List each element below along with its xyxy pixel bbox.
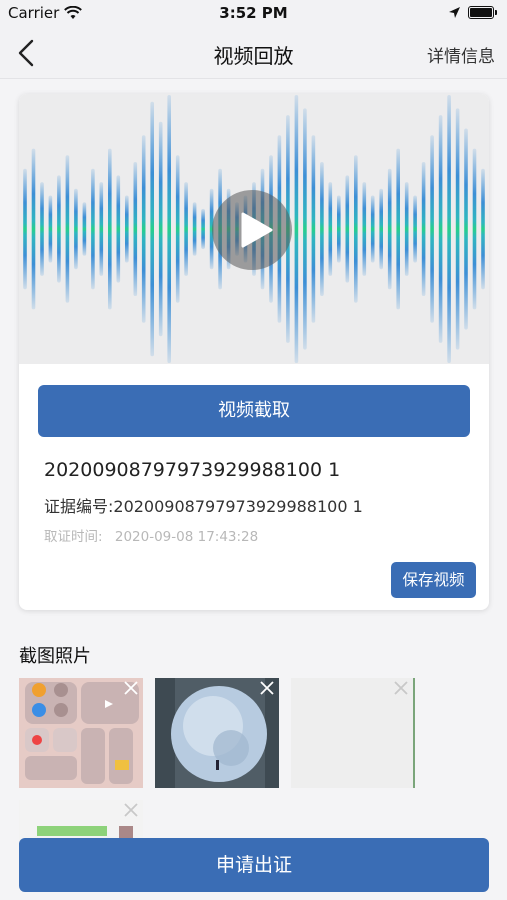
waveform-bar (150, 101, 154, 357)
waveform-bar (320, 162, 324, 296)
waveform-bar (133, 162, 138, 296)
waveform-bar (481, 168, 485, 290)
evidence-time-label: 取证时间: (44, 529, 103, 545)
waveform-bar (201, 208, 205, 250)
waveform-bar (294, 95, 299, 363)
screenshots-title: 截图照片 (19, 646, 91, 667)
waveform-bar (74, 188, 78, 270)
play-button[interactable] (212, 190, 292, 270)
location-arrow-icon (449, 7, 460, 18)
waveform-bar (23, 168, 27, 290)
waveform-bar (404, 182, 409, 276)
play-icon (241, 212, 273, 248)
waveform-bar (438, 115, 443, 343)
waveform-bar (31, 148, 36, 310)
video-player[interactable] (19, 94, 489, 364)
waveform-bar (413, 195, 417, 263)
waveform-bar (421, 162, 426, 296)
screenshot-thumbnail[interactable] (19, 678, 143, 788)
screenshot-thumbnail[interactable] (291, 678, 415, 788)
nav-bar: 视频回放 详情信息 (0, 28, 507, 79)
details-button[interactable]: 详情信息 (427, 42, 495, 67)
status-time: 3:52 PM (219, 4, 288, 22)
waveform-bar (167, 95, 171, 363)
waveform-bar (65, 155, 70, 303)
waveform-bar (387, 168, 392, 290)
waveform-bar (464, 128, 468, 330)
screenshot-thumbnail[interactable] (155, 678, 279, 788)
waveform-bar (141, 135, 146, 323)
waveform-bar (447, 95, 451, 363)
waveform-bar (57, 175, 61, 283)
close-icon[interactable] (392, 679, 410, 697)
waveform-bar (99, 182, 104, 276)
waveform-bar (91, 168, 95, 290)
evidence-id: 20200908797973929988100 1 (44, 459, 341, 481)
waveform-bar (158, 121, 163, 337)
waveform-bar (354, 155, 358, 303)
save-video-button[interactable]: 保存视频 (391, 562, 476, 598)
waveform-bar (362, 182, 367, 276)
video-capture-button[interactable]: 视频截取 (38, 385, 470, 437)
waveform-bar (311, 135, 316, 323)
evidence-time: 取证时间: 2020-09-08 17:43:28 (44, 525, 258, 545)
waveform-bar (175, 155, 180, 303)
close-icon[interactable] (258, 679, 276, 697)
waveform-bar (40, 182, 44, 276)
waveform-bar (472, 148, 477, 310)
waveform-bar (345, 175, 350, 283)
waveform-bar (48, 195, 53, 263)
waveform-bar (328, 182, 333, 276)
waveform-bar (192, 202, 197, 256)
waveform-bar (379, 188, 383, 270)
evidence-number: 证据编号:20200908797973929988100 1 (44, 497, 363, 516)
waveform-bar (184, 182, 188, 276)
waveform-bar (125, 195, 129, 263)
waveform-bar (303, 108, 307, 350)
close-icon[interactable] (122, 801, 140, 819)
waveform-bar (396, 148, 400, 310)
evidence-time-value: 2020-09-08 17:43:28 (114, 529, 259, 545)
waveform-bar (455, 108, 460, 350)
close-icon[interactable] (122, 679, 140, 697)
battery-icon (468, 6, 497, 19)
waveform-bar (370, 195, 375, 263)
waveform-bar (108, 148, 112, 310)
apply-certificate-button[interactable]: 申请出证 (19, 838, 489, 892)
waveform-bar (116, 175, 121, 283)
status-bar: Carrier 3:52 PM (0, 0, 507, 28)
waveform-bar (430, 135, 434, 323)
screenshot-thumbnail[interactable] (19, 800, 143, 840)
waveform-bar (82, 202, 87, 256)
video-card: 视频截取 20200908797973929988100 1 证据编号:2020… (19, 94, 489, 610)
waveform-bar (337, 195, 341, 263)
